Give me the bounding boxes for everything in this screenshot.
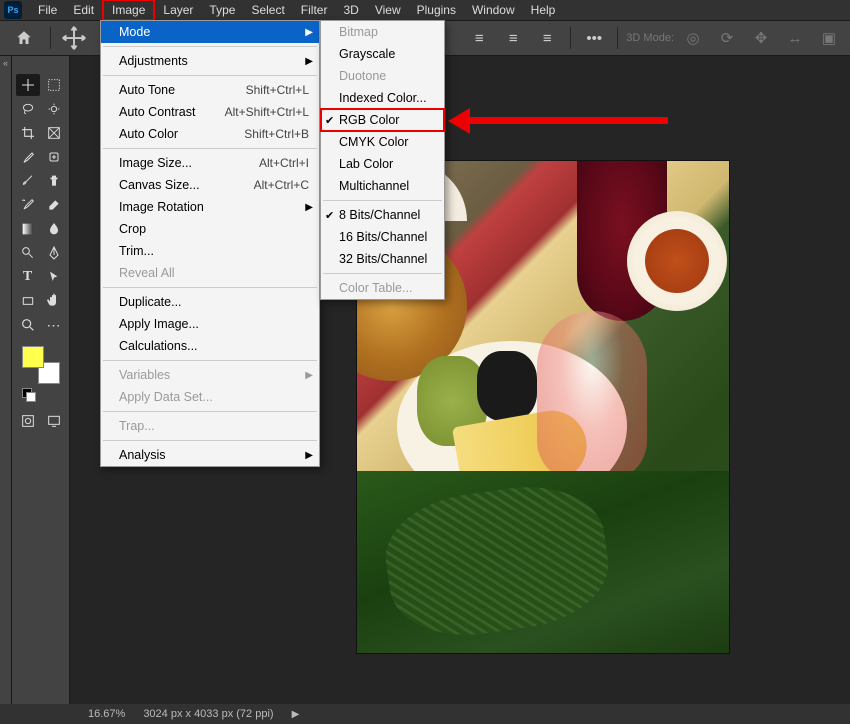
mode-16bit[interactable]: 16 Bits/Channel [321, 226, 444, 248]
quick-select-tool[interactable] [42, 98, 66, 120]
status-bar: 16.67% 3024 px x 4033 px (72 ppi) ▶ [70, 704, 299, 724]
menu-mode[interactable]: Mode▶ [101, 21, 319, 43]
menu-auto-color[interactable]: Auto ColorShift+Ctrl+B [101, 123, 319, 145]
3d-orbit-icon[interactable]: ◎ [678, 25, 708, 51]
menubar: Ps File Edit Image Layer Type Select Fil… [0, 0, 850, 20]
annotation-arrow [448, 108, 668, 134]
menu-plugins[interactable]: Plugins [409, 1, 464, 19]
dodge-tool[interactable] [16, 242, 40, 264]
eraser-tool[interactable] [42, 194, 66, 216]
menu-filter[interactable]: Filter [293, 1, 336, 19]
mode-lab[interactable]: Lab Color [321, 153, 444, 175]
menu-calculations[interactable]: Calculations... [101, 335, 319, 357]
status-disclosure-icon[interactable]: ▶ [292, 709, 300, 720]
mode-cmyk[interactable]: CMYK Color [321, 131, 444, 153]
clone-stamp-tool[interactable] [42, 170, 66, 192]
zoom-tool[interactable] [16, 314, 40, 336]
home-button[interactable] [6, 25, 42, 51]
menu-image[interactable]: Image [102, 0, 155, 21]
menu-reveal-all: Reveal All [101, 262, 319, 284]
align-center-icon[interactable]: ≡ [498, 25, 528, 51]
brush-tool[interactable] [16, 170, 40, 192]
hand-tool[interactable] [42, 290, 66, 312]
mode-indexed[interactable]: Indexed Color... [321, 87, 444, 109]
quick-mask-icon[interactable] [16, 410, 40, 432]
mode-submenu: Bitmap Grayscale Duotone Indexed Color..… [320, 20, 445, 300]
align-left-icon[interactable]: ≡ [464, 25, 494, 51]
menu-apply-data-set: Apply Data Set... [101, 386, 319, 408]
mode-duotone: Duotone [321, 65, 444, 87]
3d-slide-icon[interactable]: ↔ [780, 25, 810, 51]
marquee-tool[interactable] [42, 74, 66, 96]
menu-file[interactable]: File [30, 1, 65, 19]
move-tool-indicator-icon[interactable] [59, 25, 89, 51]
menu-trim[interactable]: Trim... [101, 240, 319, 262]
menu-type[interactable]: Type [201, 1, 243, 19]
rectangle-tool[interactable] [16, 290, 40, 312]
gradient-tool[interactable] [16, 218, 40, 240]
menu-adjustments[interactable]: Adjustments▶ [101, 50, 319, 72]
menu-image-rotation[interactable]: Image Rotation▶ [101, 196, 319, 218]
pen-tool[interactable] [42, 242, 66, 264]
3d-pan-icon[interactable]: ✥ [746, 25, 776, 51]
type-tool[interactable]: T [16, 266, 40, 288]
menu-select[interactable]: Select [243, 1, 292, 19]
mode-multichannel[interactable]: Multichannel [321, 175, 444, 197]
menu-canvas-size[interactable]: Canvas Size...Alt+Ctrl+C [101, 174, 319, 196]
align-right-icon[interactable]: ≡ [532, 25, 562, 51]
lasso-tool[interactable] [16, 98, 40, 120]
menu-window[interactable]: Window [464, 1, 523, 19]
path-select-tool[interactable] [42, 266, 66, 288]
move-tool[interactable] [16, 74, 40, 96]
mode-32bit[interactable]: 32 Bits/Channel [321, 248, 444, 270]
menu-view[interactable]: View [367, 1, 409, 19]
crop-tool[interactable] [16, 122, 40, 144]
menu-analysis[interactable]: Analysis▶ [101, 444, 319, 466]
panel-collapse-strip[interactable]: « [0, 56, 12, 704]
edit-toolbar[interactable]: ⋯ [42, 314, 66, 336]
menu-3d[interactable]: 3D [335, 1, 366, 19]
blur-tool[interactable] [42, 218, 66, 240]
menu-auto-contrast[interactable]: Auto ContrastAlt+Shift+Ctrl+L [101, 101, 319, 123]
menu-edit[interactable]: Edit [65, 1, 102, 19]
mode-color-table: Color Table... [321, 277, 444, 299]
3d-rotate-icon[interactable]: ⟳ [712, 25, 742, 51]
menu-trap: Trap... [101, 415, 319, 437]
mode-bitmap: Bitmap [321, 21, 444, 43]
3d-mode-label: 3D Mode: [626, 32, 674, 44]
menu-variables: Variables▶ [101, 364, 319, 386]
menu-apply-image[interactable]: Apply Image... [101, 313, 319, 335]
mode-8bit[interactable]: ✔8 Bits/Channel [321, 204, 444, 226]
default-colors-icon[interactable] [22, 388, 36, 402]
eyedropper-tool[interactable] [16, 146, 40, 168]
foreground-color-swatch[interactable] [22, 346, 44, 368]
screen-mode-icon[interactable] [42, 410, 66, 432]
healing-tool[interactable] [42, 146, 66, 168]
tools-panel: T ⋯ [12, 56, 70, 704]
image-dropdown: Mode▶ Adjustments▶ Auto ToneShift+Ctrl+L… [100, 20, 320, 467]
frame-tool[interactable] [42, 122, 66, 144]
mode-grayscale[interactable]: Grayscale [321, 43, 444, 65]
zoom-level[interactable]: 16.67% [88, 708, 125, 720]
menu-help[interactable]: Help [523, 1, 564, 19]
mode-rgb[interactable]: ✔RGB Color [321, 109, 444, 131]
menu-auto-tone[interactable]: Auto ToneShift+Ctrl+L [101, 79, 319, 101]
menu-layer[interactable]: Layer [155, 1, 201, 19]
menu-image-size[interactable]: Image Size...Alt+Ctrl+I [101, 152, 319, 174]
3d-camera-icon[interactable]: ▣ [814, 25, 844, 51]
menu-duplicate[interactable]: Duplicate... [101, 291, 319, 313]
ps-app-icon: Ps [4, 1, 22, 19]
menu-crop[interactable]: Crop [101, 218, 319, 240]
history-brush-tool[interactable] [16, 194, 40, 216]
color-swatches[interactable] [22, 346, 60, 384]
more-icon[interactable]: ••• [579, 25, 609, 51]
document-dimensions[interactable]: 3024 px x 4033 px (72 ppi) [143, 708, 273, 720]
